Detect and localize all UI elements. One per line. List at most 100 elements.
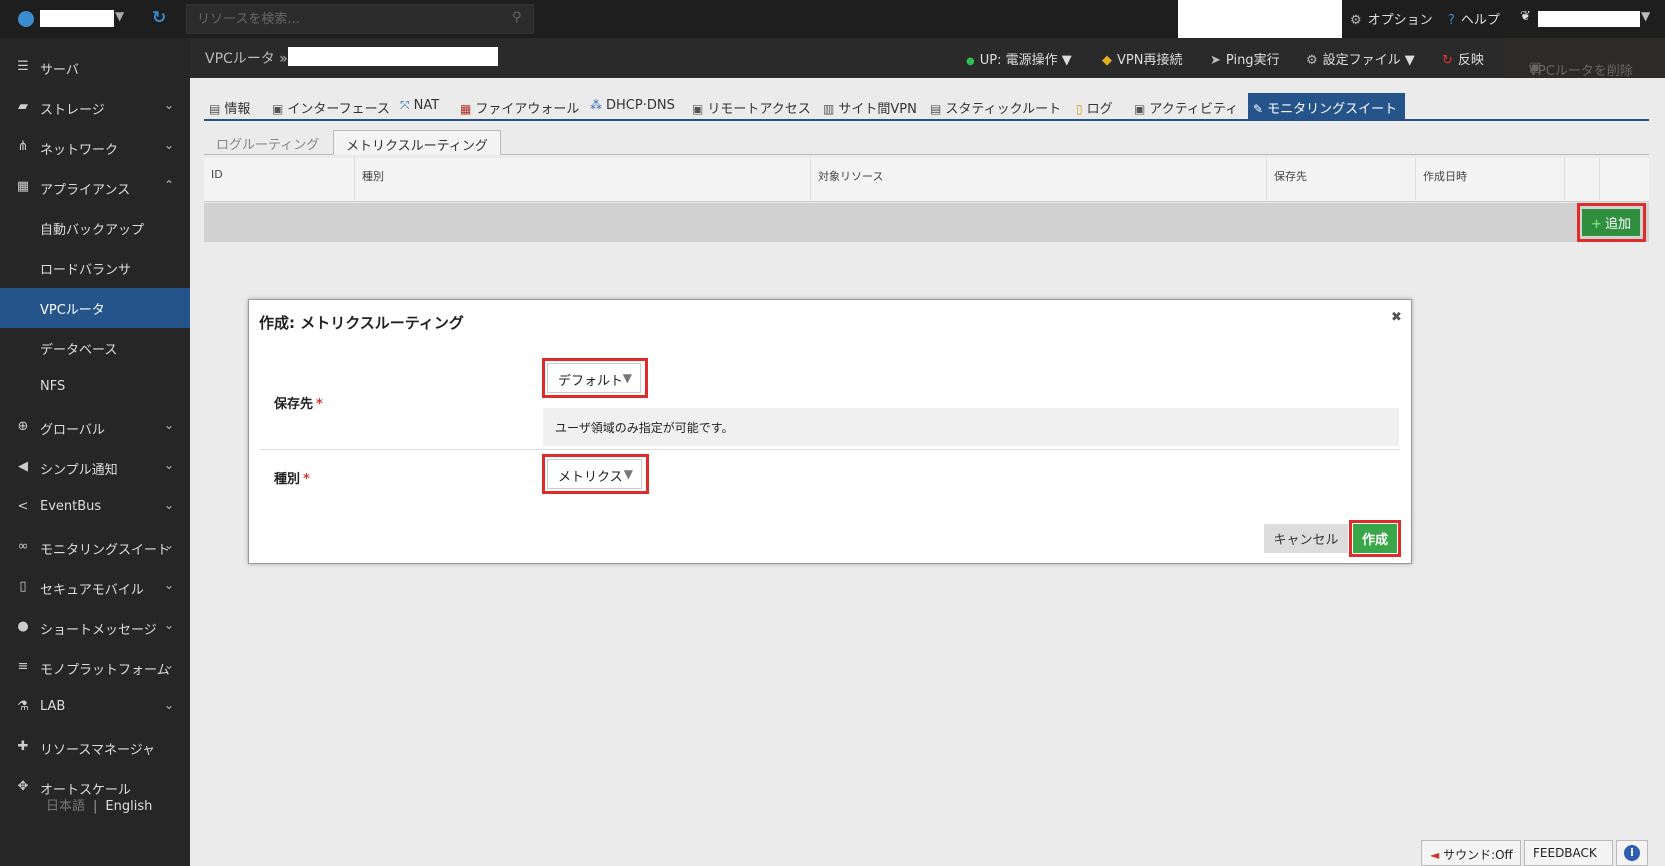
column-header-action-2 (1599, 158, 1635, 202)
chevron-down-icon: ⌄ (164, 578, 175, 592)
chevron-down-icon: ⌄ (164, 98, 175, 112)
tab-activity[interactable]: ▣ アクティビティ (1129, 93, 1243, 119)
config-file-button[interactable]: ⚙ 設定ファイル ▼ (1306, 49, 1415, 68)
add-button[interactable]: + 追加 (1582, 209, 1640, 236)
subtab-metrics-routing[interactable]: メトリクスルーティング (333, 130, 501, 155)
tab-firewall[interactable]: ▦ ファイアウォール (455, 93, 584, 119)
apply-button[interactable]: ↻ 反映 (1442, 49, 1484, 68)
lang-en-link[interactable]: English (105, 799, 152, 814)
chevron-down-icon: ⌄ (164, 538, 175, 552)
column-header-action-1 (1564, 158, 1599, 202)
type-label: 種別 * (274, 468, 310, 487)
vpn-reconnect-button[interactable]: ◆ VPN再接続 (1102, 49, 1182, 68)
tab-remote-access[interactable]: ▣ リモートアクセス (687, 93, 816, 119)
info-button[interactable]: i (1616, 840, 1648, 866)
redacted-block (1178, 0, 1342, 40)
caret-down-icon[interactable]: ▼ (115, 9, 124, 23)
delete-router-button[interactable]: ▣ VPCルータを削除 (1505, 38, 1665, 79)
option-link[interactable]: ⚙ オプション (1350, 9, 1433, 28)
highlight-box (542, 358, 648, 398)
sidebar-item-vpc-router[interactable]: VPCルータ (0, 288, 190, 328)
add-label: 追加 (1604, 217, 1631, 232)
sidebar-item-simple-notification[interactable]: ◀ シンプル通知 ⌄ (0, 448, 190, 488)
feedback-button[interactable]: FEEDBACK (1524, 840, 1613, 866)
refresh-icon[interactable]: ↻ (152, 8, 166, 28)
status-dot-icon: ● (966, 56, 975, 67)
sidebar-item-eventbus[interactable]: < EventBus ⌄ (0, 488, 190, 528)
divider (259, 449, 1399, 450)
firewall-icon: ▦ (460, 102, 472, 116)
required-marker: * (316, 397, 323, 412)
sidebar-item-appliance[interactable]: ▦ アプライアンス ⌃ (0, 168, 190, 208)
tab-log[interactable]: ▯ ログ (1071, 93, 1118, 119)
sidebar-item-label: ネットワーク (40, 143, 119, 158)
sidebar-item-storage[interactable]: ▰ ストレージ ⌄ (0, 88, 190, 128)
sidebar-item-monitoring-suite[interactable]: ∞ モニタリングスイート ⌄ (0, 528, 190, 568)
sidebar-item-network[interactable]: ⋔ ネットワーク ⌄ (0, 128, 190, 168)
ping-button[interactable]: ➤ Ping実行 (1210, 49, 1280, 68)
table-footer (204, 203, 1649, 242)
sidebar-item-short-message[interactable]: ● ショートメッセージ ⌄ (0, 608, 190, 648)
sidebar-item-load-balancer[interactable]: ロードバランサ (0, 248, 190, 288)
help-link[interactable]: ? ヘルプ (1448, 9, 1500, 28)
lang-ja-link[interactable]: 日本語 (46, 799, 85, 814)
delete-label: VPCルータを削除 (1529, 64, 1633, 79)
vpn-label: VPN再接続 (1117, 53, 1183, 68)
info-icon: ▤ (209, 102, 221, 116)
tab-label: モニタリングスイート (1267, 102, 1398, 117)
column-header-destination[interactable]: 保存先 (1266, 158, 1415, 202)
tab-monitoring-suite[interactable]: ✎ モニタリングスイート (1248, 93, 1406, 119)
close-icon[interactable]: ✖ (1391, 310, 1402, 325)
tab-info[interactable]: ▤ 情報 (204, 93, 255, 119)
language-switcher: 日本語 | English (46, 795, 152, 814)
tab-dhcp-dns[interactable]: ⁂ DHCP·DNS (585, 93, 680, 119)
sound-toggle[interactable]: ◄ サウンド:Off (1421, 840, 1521, 866)
account-selector[interactable] (40, 10, 114, 27)
tab-nat[interactable]: ⤧ NAT (395, 93, 444, 119)
caret-down-icon[interactable]: ▼ (1641, 9, 1650, 23)
tab-label: DHCP·DNS (606, 98, 675, 113)
sidebar-item-nfs[interactable]: NFS (0, 368, 190, 408)
breadcrumb[interactable]: VPCルータ » (205, 48, 288, 68)
user-menu[interactable] (1538, 11, 1640, 27)
tab-site-vpn[interactable]: ▥ サイト間VPN (818, 93, 922, 119)
flask-icon: ⚗ (17, 699, 29, 714)
tab-static-route[interactable]: ▤ スタティックルート (925, 93, 1066, 119)
sidebar-item-lab[interactable]: ⚗ LAB ⌄ (0, 688, 190, 728)
arrows-icon: ✥ (17, 779, 29, 794)
cancel-button[interactable]: キャンセル (1264, 524, 1348, 553)
sidebar-item-global[interactable]: ⊕ グローバル ⌄ (0, 408, 190, 448)
sidebar-item-mono-platform[interactable]: ≡ モノプラットフォーム ⌄ (0, 648, 190, 688)
warning-icon: ◆ (1102, 53, 1112, 68)
dest-hint: ユーザ領域のみ指定が可能です。 (543, 408, 1399, 446)
mobile-icon: ▯ (19, 579, 27, 594)
sidebar-item-auto-backup[interactable]: 自動バックアップ (0, 208, 190, 248)
tab-label: インターフェース (287, 102, 390, 117)
sidebar-item-label: ストレージ (40, 103, 105, 118)
sidebar-item-database[interactable]: データベース (0, 328, 190, 368)
search-icon[interactable]: ⚲ (512, 10, 522, 25)
sidebar-item-resource-manager[interactable]: ✚ リソースマネージャ (0, 728, 190, 768)
search-input[interactable] (186, 4, 534, 34)
gear-icon: ⚙ (1350, 13, 1362, 28)
subtab-log-routing[interactable]: ログルーティング (204, 130, 331, 155)
wrench-icon: ✎ (1253, 102, 1264, 116)
sidebar-item-server[interactable]: ☰ サーバ (0, 48, 190, 88)
tab-label: アクティビティ (1149, 102, 1239, 117)
help-icon: ? (1448, 13, 1455, 28)
column-header-id[interactable]: ID (204, 158, 354, 202)
column-header-type[interactable]: 種別 (354, 158, 810, 202)
tab-interface[interactable]: ▣ インターフェース (267, 93, 395, 119)
sidebar-item-label: ロードバランサ (40, 263, 132, 278)
sidebar-item-label: モノプラットフォーム (40, 663, 170, 678)
power-button[interactable]: ● UP: 電源操作 ▼ (966, 49, 1072, 68)
dest-label-text: 保存先 (274, 397, 314, 412)
sidebar-item-secure-mobile[interactable]: ▯ セキュアモバイル ⌄ (0, 568, 190, 608)
globe-icon (18, 11, 34, 27)
column-header-created[interactable]: 作成日時 (1415, 158, 1564, 202)
option-label: オプション (1367, 13, 1433, 28)
column-header-target[interactable]: 対象リソース (810, 158, 1266, 202)
route-icon: ▤ (930, 102, 942, 116)
sidebar-item-label: アプライアンス (40, 183, 131, 198)
power-label: UP: 電源操作 ▼ (979, 53, 1072, 68)
